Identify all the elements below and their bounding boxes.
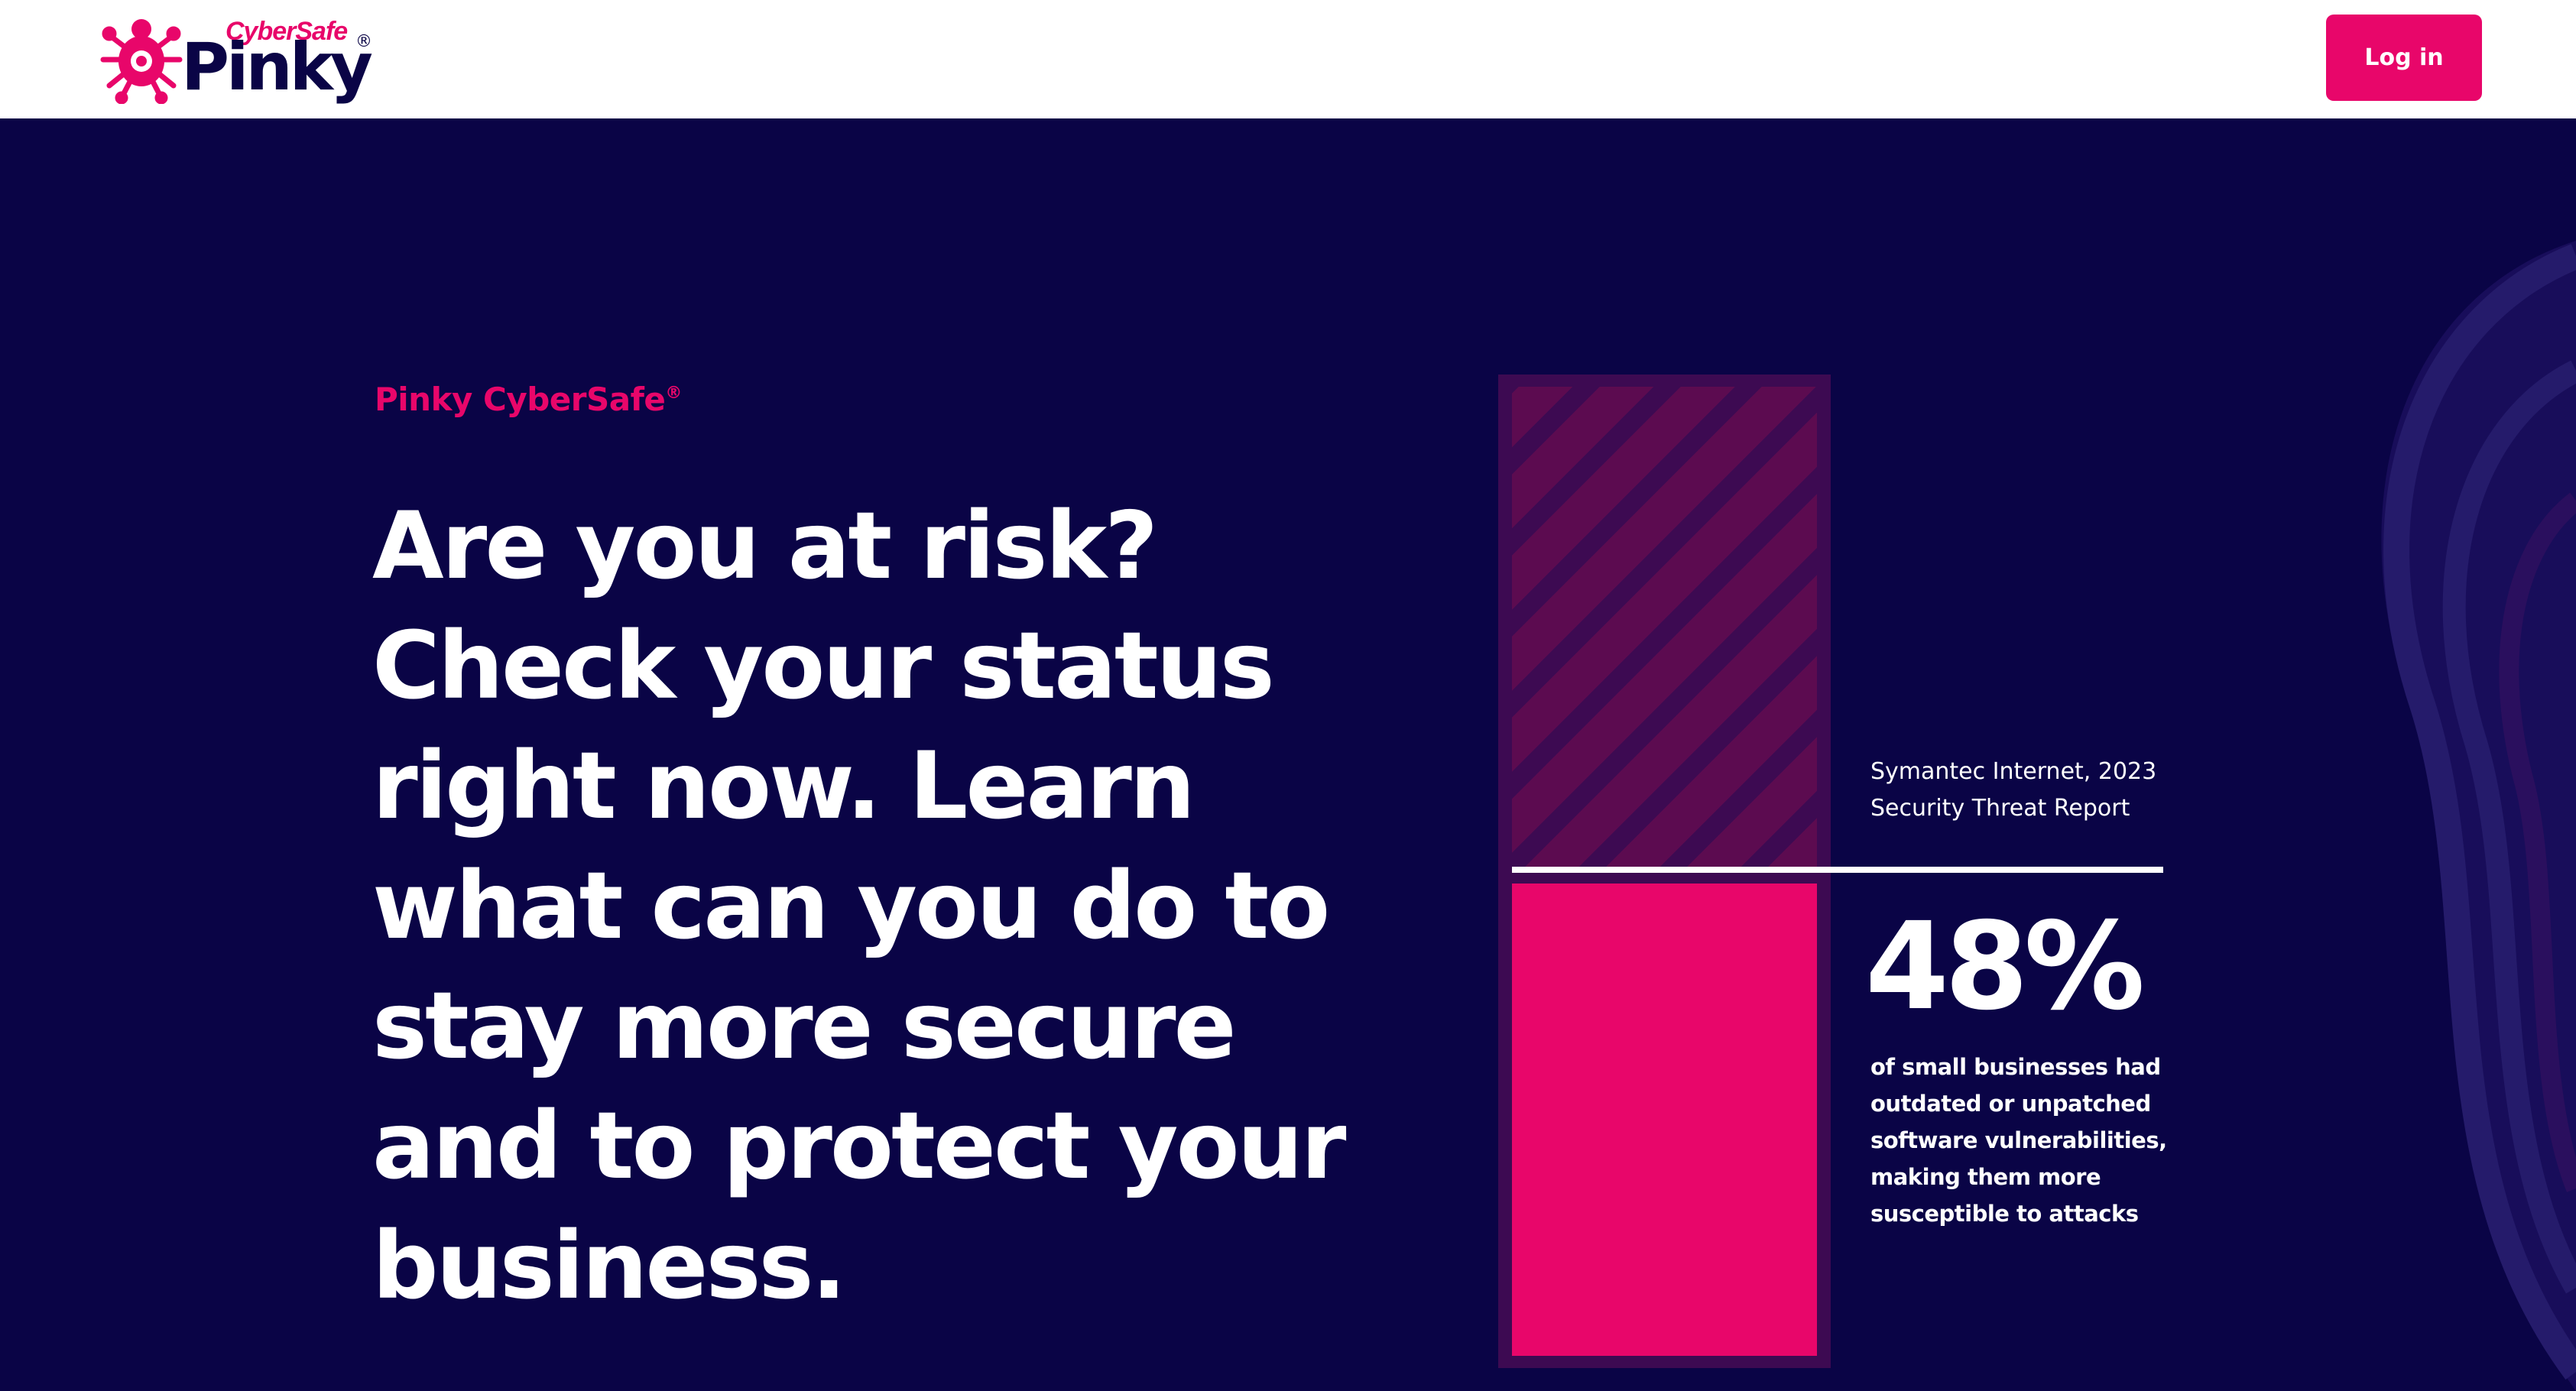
spider-logo-icon	[100, 19, 183, 104]
hero-eyebrow: Pinky CyberSafe®	[375, 381, 682, 418]
site-header: CyberSafe Pinky ® Log in	[0, 0, 2576, 118]
logo-wordmark: Pinky	[181, 29, 373, 105]
hero-headline: Are you at risk? Check your status right…	[372, 492, 1346, 1320]
login-button[interactable]: Log in	[2326, 15, 2482, 101]
stat-source-line2: Security Threat Report	[1870, 795, 2130, 822]
stat-source-line1: Symantec Internet, 2023	[1870, 758, 2157, 785]
logo-registered-mark: ®	[355, 32, 372, 51]
stat-value: 48%	[1865, 897, 2145, 1037]
stat-description: of small businesses had outdated or unpa…	[1870, 1054, 2167, 1227]
eyebrow-text: Pinky CyberSafe	[375, 381, 666, 418]
stat-bar-remainder	[1512, 387, 1817, 872]
pinky-cybersafe-logo[interactable]: CyberSafe Pinky ®	[96, 12, 378, 105]
stat-source: Symantec Internet, 2023 Security Threat …	[1870, 754, 2207, 827]
stat-bar-fill	[1512, 884, 1817, 1356]
eyebrow-registered-mark: ®	[665, 384, 682, 403]
stat-divider-line	[1512, 867, 2163, 873]
